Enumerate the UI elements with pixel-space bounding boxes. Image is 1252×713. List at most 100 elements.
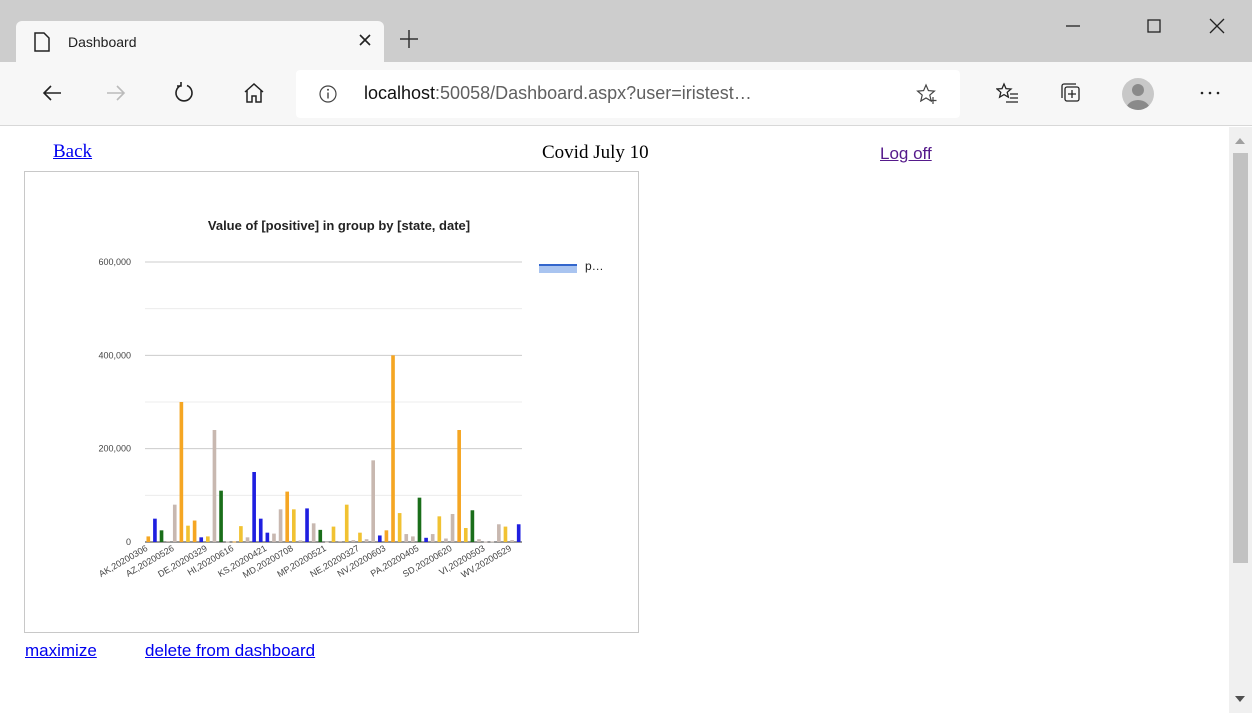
bar: [166, 541, 170, 542]
bar: [239, 526, 243, 542]
bar: [457, 430, 461, 542]
bar: [483, 541, 488, 543]
bar: [497, 524, 501, 542]
close-tab-icon[interactable]: [356, 31, 374, 49]
bar: [206, 536, 210, 542]
bar: [404, 534, 409, 542]
bar: [364, 539, 369, 542]
maximize-window-icon[interactable]: [1142, 14, 1166, 38]
bar: [172, 504, 177, 542]
bar: [291, 509, 296, 542]
maximize-link[interactable]: maximize: [25, 641, 97, 661]
bar: [490, 541, 495, 543]
scroll-down-arrow-icon[interactable]: [1235, 696, 1245, 702]
bar: [278, 509, 283, 542]
chart-title: Value of [positive] in group by [state, …: [208, 218, 470, 233]
scroll-up-arrow-icon[interactable]: [1235, 138, 1245, 144]
bar: [351, 540, 356, 542]
bar: [470, 510, 475, 542]
bar: [437, 516, 442, 542]
bar: [444, 538, 448, 542]
back-link[interactable]: Back: [53, 141, 92, 163]
bar: [377, 535, 382, 542]
bar: [344, 504, 349, 542]
x-axis-ticks: AK,20200306AZ,20200526DE,20200329HI,2020…: [97, 543, 513, 580]
bar: [146, 536, 151, 542]
bar: [358, 532, 362, 542]
bar: [272, 533, 276, 542]
collections-icon[interactable]: [1059, 81, 1083, 105]
y-tick-label: 600,000: [98, 257, 131, 267]
y-tick-label: 200,000: [98, 444, 131, 454]
bar: [159, 530, 164, 542]
bar: [318, 529, 323, 542]
bar: [245, 537, 250, 542]
legend-label: p…: [585, 259, 604, 273]
bar: [391, 355, 395, 542]
url-path: :50058/Dashboard.aspx?user=iristest…: [435, 83, 752, 103]
bar: [225, 541, 230, 543]
bar: [384, 530, 389, 542]
y-tick-label: 400,000: [98, 350, 131, 360]
favorites-icon[interactable]: [995, 81, 1020, 105]
close-window-icon[interactable]: [1205, 14, 1229, 38]
bar: [417, 497, 422, 542]
bar: [424, 537, 428, 542]
bar: [477, 539, 481, 542]
address-bar[interactable]: localhost:50058/Dashboard.aspx?user=iris…: [296, 70, 960, 118]
bar-chart: Value of [positive] in group by [state, …: [97, 218, 604, 580]
log-off-link[interactable]: Log off: [880, 144, 932, 164]
bar: [186, 525, 190, 542]
page-icon: [34, 32, 50, 57]
browser-tab[interactable]: Dashboard: [16, 21, 384, 63]
tab-strip: Dashboard: [0, 0, 1252, 63]
bar: [232, 541, 237, 543]
bar: [430, 534, 435, 542]
forward-arrow-icon[interactable]: [104, 81, 128, 105]
bar: [305, 508, 309, 542]
back-arrow-icon[interactable]: [40, 81, 64, 105]
legend-swatch: [539, 265, 577, 273]
y-axis-ticks: 0 200,000 400,000 600,000: [98, 257, 131, 547]
gridlines: [145, 261, 522, 543]
bar: [252, 472, 256, 542]
url-text[interactable]: localhost:50058/Dashboard.aspx?user=iris…: [364, 83, 752, 104]
scroll-thumb[interactable]: [1233, 153, 1248, 563]
minimize-window-icon[interactable]: [1061, 14, 1085, 38]
info-icon[interactable]: [318, 84, 338, 109]
browser-toolbar: localhost:50058/Dashboard.aspx?user=iris…: [0, 62, 1252, 126]
bar: [219, 490, 223, 542]
refresh-icon[interactable]: [172, 81, 196, 105]
page-content: Back Covid July 10 Log off Value of [pos…: [0, 127, 1229, 713]
dashboard-title: Covid July 10: [542, 142, 649, 163]
new-tab-icon[interactable]: [398, 28, 420, 50]
vertical-scrollbar[interactable]: [1229, 127, 1252, 713]
bar: [450, 514, 455, 542]
legend: p…: [539, 259, 604, 273]
bar: [212, 430, 217, 542]
bar: [331, 526, 336, 542]
bar: [192, 520, 197, 542]
bar: [463, 528, 468, 542]
bar: [338, 541, 342, 542]
bar: [179, 402, 184, 542]
bar: [298, 540, 303, 542]
bar: [411, 536, 415, 542]
bar: [265, 532, 270, 542]
tab-title: Dashboard: [68, 34, 137, 50]
y-tick-label: 0: [126, 537, 131, 547]
bar: [397, 513, 402, 542]
home-icon[interactable]: [242, 81, 266, 105]
add-favorite-star-icon[interactable]: [916, 83, 938, 110]
delete-from-dashboard-link[interactable]: delete from dashboard: [145, 641, 315, 661]
bar: [199, 537, 204, 542]
bar: [285, 491, 290, 542]
url-host: localhost: [364, 83, 436, 103]
bar: [258, 518, 263, 542]
more-options-icon[interactable]: [1198, 81, 1222, 105]
bar: [516, 524, 521, 542]
bar: [325, 541, 329, 543]
bar: [311, 523, 316, 542]
profile-avatar-icon[interactable]: [1122, 78, 1154, 110]
chart-widget: Value of [positive] in group by [state, …: [24, 171, 639, 633]
